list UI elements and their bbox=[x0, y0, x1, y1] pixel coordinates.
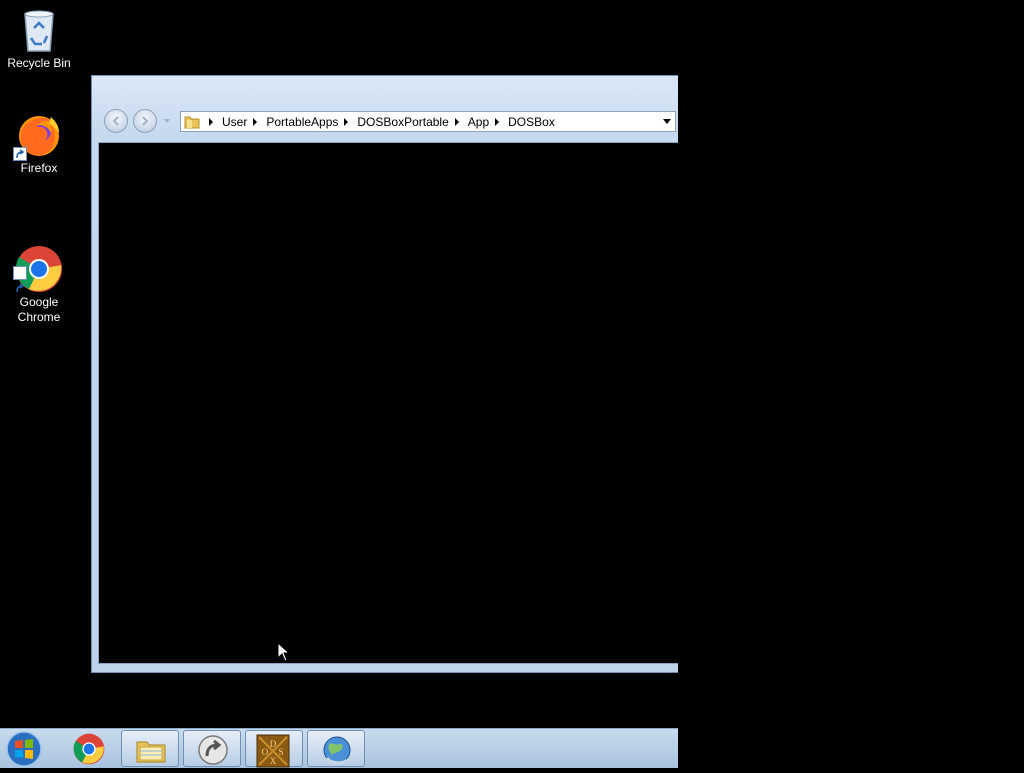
folder-icon bbox=[184, 114, 200, 129]
forward-button[interactable] bbox=[133, 109, 157, 133]
taskbar-item-dosbox[interactable]: D O S X bbox=[245, 730, 303, 768]
breadcrumb-item-dosbox[interactable]: DOSBox bbox=[508, 115, 555, 129]
svg-text:S: S bbox=[278, 747, 283, 757]
breadcrumb-separator[interactable] bbox=[253, 117, 258, 126]
mouse-cursor-icon bbox=[277, 641, 291, 662]
file-list-pane[interactable] bbox=[98, 142, 678, 664]
dosbox-icon: D O S X bbox=[256, 734, 290, 768]
taskbar: D O S X bbox=[0, 728, 678, 768]
breadcrumb-item-app[interactable]: App bbox=[468, 115, 489, 129]
firefox-icon bbox=[13, 111, 63, 161]
desktop-icon-label: Google Chrome bbox=[17, 295, 61, 324]
breadcrumb: User PortableApps DOSBoxPortable App DOS… bbox=[203, 112, 555, 131]
svg-text:X: X bbox=[270, 756, 277, 766]
desktop-icon-firefox[interactable]: Firefox bbox=[1, 111, 77, 176]
address-dropdown-button[interactable] bbox=[663, 119, 671, 124]
breadcrumb-item-user[interactable]: User bbox=[222, 115, 247, 129]
globe-icon bbox=[321, 734, 353, 766]
breadcrumb-item-dosboxportable[interactable]: DOSBoxPortable bbox=[357, 115, 448, 129]
shortcut-arrow-icon bbox=[13, 147, 27, 161]
explorer-window[interactable]: User PortableApps DOSBoxPortable App DOS… bbox=[91, 75, 678, 673]
breadcrumb-separator[interactable] bbox=[344, 117, 349, 126]
breadcrumb-separator[interactable] bbox=[209, 117, 213, 126]
desktop-icon-label: Recycle Bin bbox=[7, 56, 71, 70]
breadcrumb-separator[interactable] bbox=[495, 117, 500, 126]
taskbar-item-chrome[interactable] bbox=[60, 730, 118, 767]
address-bar[interactable]: User PortableApps DOSBoxPortable App DOS… bbox=[180, 111, 676, 132]
shortcut-arrow-icon bbox=[13, 266, 27, 293]
desktop-icon-google-chrome[interactable]: Google Chrome bbox=[1, 215, 77, 340]
breadcrumb-separator[interactable] bbox=[454, 117, 459, 126]
taskbar-item-unknown-app[interactable] bbox=[183, 730, 241, 767]
breadcrumb-item-portableapps[interactable]: PortableApps bbox=[266, 115, 338, 129]
chrome-icon bbox=[73, 733, 105, 765]
desktop-icon-label: Firefox bbox=[20, 161, 58, 175]
chrome-icon bbox=[13, 230, 63, 293]
arrow-circle-icon bbox=[197, 734, 229, 766]
taskbar-item-network[interactable] bbox=[307, 730, 365, 767]
svg-text:D: D bbox=[270, 739, 277, 749]
recent-pages-dropdown[interactable] bbox=[164, 119, 170, 123]
back-button[interactable] bbox=[104, 109, 128, 133]
desktop-icon-recycle-bin[interactable]: Recycle Bin bbox=[1, 6, 77, 71]
recycle-bin-icon bbox=[15, 6, 63, 54]
taskbar-item-file-explorer[interactable] bbox=[121, 730, 179, 767]
folder-icon bbox=[135, 734, 167, 766]
svg-text:O: O bbox=[262, 747, 269, 757]
start-button[interactable] bbox=[4, 731, 46, 767]
